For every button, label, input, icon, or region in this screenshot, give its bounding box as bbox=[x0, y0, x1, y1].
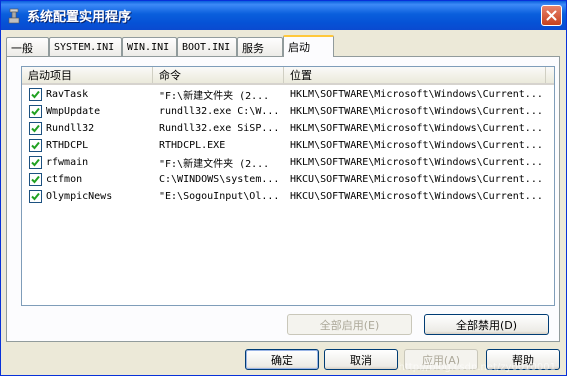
startup-item-checkbox[interactable] bbox=[29, 88, 42, 101]
close-icon bbox=[546, 10, 557, 21]
list-header: 启动项目 命令 位置 bbox=[22, 67, 554, 85]
cancel-button[interactable]: 取消 bbox=[324, 349, 398, 370]
column-header-command[interactable]: 命令 bbox=[153, 67, 284, 83]
enable-all-button[interactable]: 全部启用(E) bbox=[287, 314, 412, 335]
startup-item-cell: WmpUpdate bbox=[22, 103, 153, 120]
startup-item-cell: ctfmon bbox=[22, 171, 153, 188]
msconfig-app-icon bbox=[6, 8, 22, 24]
startup-item-cell: RTHDCPL bbox=[22, 137, 153, 154]
command-cell: rundll32.exe C:\W... bbox=[159, 106, 280, 117]
list-item[interactable]: RavTask "F:\新建文件夹 (2... HKLM\SOFTWARE\Micr… bbox=[22, 86, 554, 103]
list-rows: RavTask "F:\新建文件夹 (2... HKLM\SOFTWARE\Micr… bbox=[22, 86, 554, 205]
tab-boot-ini[interactable]: BOOT.INI bbox=[177, 37, 237, 57]
location-cell: HKLM\SOFTWARE\Microsoft\Windows\Current.… bbox=[290, 140, 543, 151]
command-cell: RTHDCPL.EXE bbox=[159, 140, 226, 151]
tab-startup[interactable]: 启动 bbox=[283, 35, 334, 57]
list-item[interactable]: ctfmon C:\WINDOWS\system... HKCU\SOFTWARE\… bbox=[22, 171, 554, 188]
column-header-startup-item[interactable]: 启动项目 bbox=[22, 67, 153, 83]
list-item[interactable]: RTHDCPL RTHDCPL.EXE HKLM\SOFTWARE\Microsof… bbox=[22, 137, 554, 154]
watermark: http://blog.csdn.net/zy0010001 bbox=[398, 362, 556, 373]
startup-item-checkbox[interactable] bbox=[29, 105, 42, 118]
startup-item-checkbox[interactable] bbox=[29, 173, 42, 186]
window-title: 系统配置实用程序 bbox=[27, 10, 132, 25]
close-button[interactable] bbox=[541, 5, 562, 26]
tab-system-ini[interactable]: SYSTEM.INI bbox=[49, 37, 122, 57]
location-cell: HKLM\SOFTWARE\Microsoft\Windows\Current.… bbox=[290, 123, 543, 134]
tab-strip: 一般 SYSTEM.INI WIN.INI BOOT.INI 服务 启动 bbox=[6, 35, 334, 57]
startup-item-cell: rfwmain bbox=[22, 154, 153, 171]
location-cell: HKCU\SOFTWARE\Microsoft\Windows\Current.… bbox=[290, 174, 543, 185]
startup-item-name: Rundll32 bbox=[46, 123, 95, 134]
startup-item-name: WmpUpdate bbox=[46, 106, 101, 117]
column-header-location[interactable]: 位置 bbox=[284, 67, 546, 83]
list-item[interactable]: OlympicNews "E:\SogouInput\Ol... HKCU\SOFT… bbox=[22, 188, 554, 205]
list-item[interactable]: Rundll32 Rundll32.exe SiSP... HKLM\SOFTWAR… bbox=[22, 120, 554, 137]
command-cell: C:\WINDOWS\system... bbox=[159, 174, 280, 185]
tab-label: SYSTEM.INI bbox=[54, 42, 115, 53]
startup-item-name: RavTask bbox=[46, 89, 89, 100]
list-item[interactable]: WmpUpdate rundll32.exe C:\W... HKLM\SOFTWA… bbox=[22, 103, 554, 120]
startup-item-name: rfwmain bbox=[46, 157, 89, 168]
tab-services[interactable]: 服务 bbox=[237, 37, 283, 57]
startup-item-name: OlympicNews bbox=[46, 191, 113, 202]
location-cell: HKLM\SOFTWARE\Microsoft\Windows\Current.… bbox=[290, 157, 543, 168]
disable-all-button[interactable]: 全部禁用(D) bbox=[424, 314, 549, 335]
command-cell: Rundll32.exe SiSP... bbox=[159, 123, 280, 134]
startup-item-checkbox[interactable] bbox=[29, 190, 42, 203]
command-cell: "F:\新建文件夹 (2... bbox=[159, 91, 270, 102]
startup-item-cell: RavTask bbox=[22, 86, 153, 103]
tab-general[interactable]: 一般 bbox=[6, 37, 49, 57]
tab-label: BOOT.INI bbox=[182, 42, 231, 53]
list-item[interactable]: rfwmain "F:\新建文件夹 (2... HKLM\SOFTWARE\Micr… bbox=[22, 154, 554, 171]
command-cell: "E:\SogouInput\Ol... bbox=[159, 191, 280, 202]
checkmark-icon bbox=[31, 192, 40, 201]
checkmark-icon bbox=[31, 90, 40, 99]
tab-label: 启动 bbox=[288, 41, 310, 54]
tab-label: 服务 bbox=[242, 41, 264, 55]
command-cell: "F:\新建文件夹 (2... bbox=[159, 159, 270, 170]
tab-label: 一般 bbox=[11, 41, 33, 55]
checkmark-icon bbox=[31, 158, 40, 167]
location-cell: HKCU\SOFTWARE\Microsoft\Windows\Current.… bbox=[290, 191, 543, 202]
startup-item-name: ctfmon bbox=[46, 174, 83, 185]
checkmark-icon bbox=[31, 175, 40, 184]
checkmark-icon bbox=[31, 124, 40, 133]
tab-win-ini[interactable]: WIN.INI bbox=[122, 37, 177, 57]
startup-item-checkbox[interactable] bbox=[29, 156, 42, 169]
startup-item-name: RTHDCPL bbox=[46, 140, 89, 151]
checkmark-icon bbox=[31, 141, 40, 150]
ok-button[interactable]: 确定 bbox=[245, 349, 319, 370]
startup-item-checkbox[interactable] bbox=[29, 139, 42, 152]
location-cell: HKLM\SOFTWARE\Microsoft\Windows\Current.… bbox=[290, 106, 543, 117]
startup-item-checkbox[interactable] bbox=[29, 122, 42, 135]
startup-item-cell: Rundll32 bbox=[22, 120, 153, 137]
title-bar[interactable]: 系统配置实用程序 bbox=[1, 1, 566, 30]
startup-tab-panel: 启动项目 命令 位置 RavTask "F:\新建文件夹 (2... HKLM\SO… bbox=[6, 56, 560, 342]
tab-label: WIN.INI bbox=[127, 42, 170, 53]
startup-item-cell: OlympicNews bbox=[22, 188, 153, 205]
startup-items-list[interactable]: 启动项目 命令 位置 RavTask "F:\新建文件夹 (2... HKLM\SO… bbox=[21, 66, 555, 306]
checkmark-icon bbox=[31, 107, 40, 116]
msconfig-window: 系统配置实用程序 一般 SYSTEM.INI WIN.INI BOOT.INI … bbox=[0, 0, 567, 376]
location-cell: HKLM\SOFTWARE\Microsoft\Windows\Current.… bbox=[290, 89, 543, 100]
